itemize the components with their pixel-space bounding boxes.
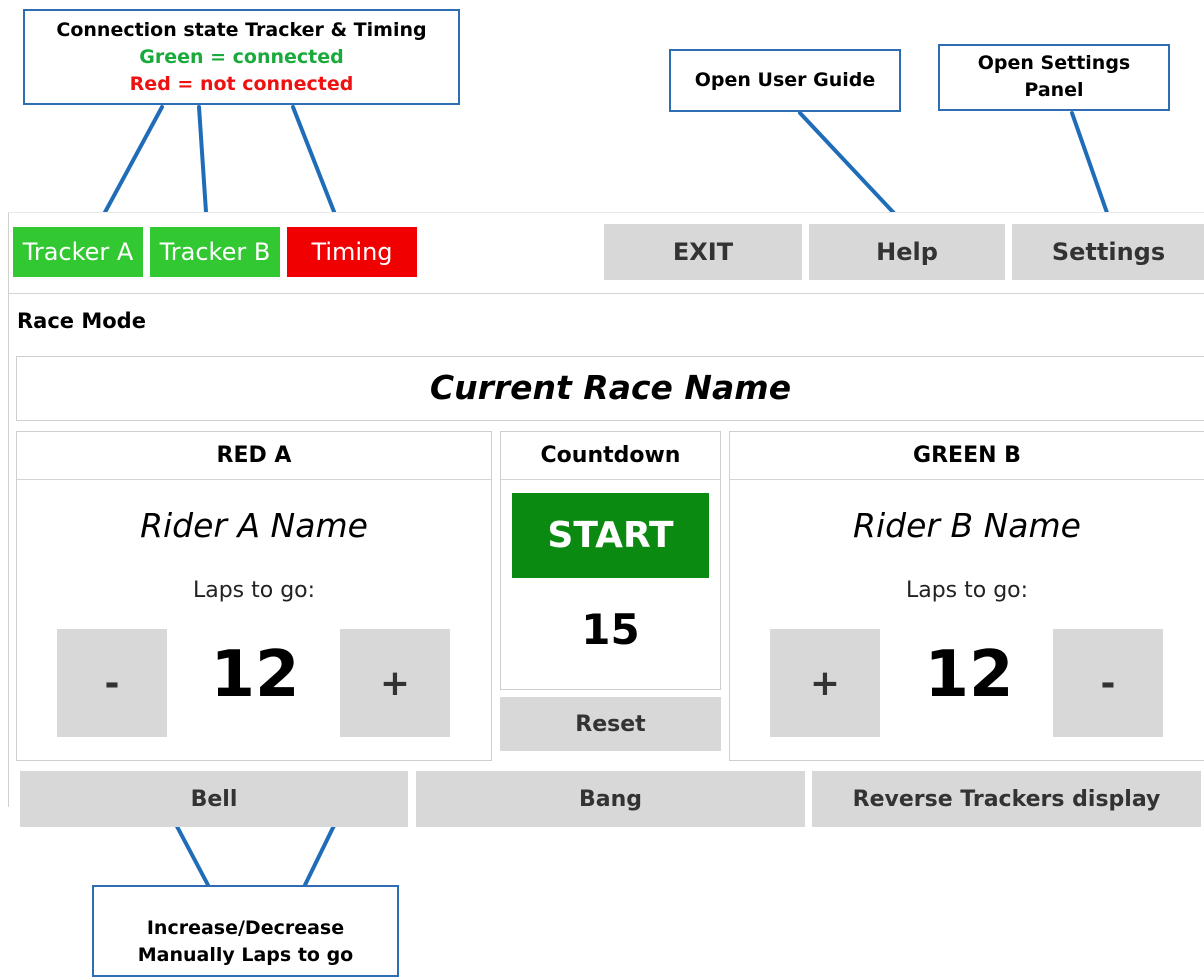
rider-a-increase-button[interactable]: + bbox=[340, 629, 450, 737]
rider-b-laps-label: Laps to go: bbox=[905, 578, 1029, 603]
callout-help-text: Open User Guide bbox=[694, 69, 876, 91]
tracker-a-status: Tracker A bbox=[13, 227, 143, 277]
rider-a-laps-label: Laps to go: bbox=[192, 578, 316, 603]
race-name: Current Race Name bbox=[429, 368, 792, 407]
tracker-b-status: Tracker B bbox=[150, 227, 280, 277]
toolbar-divider bbox=[9, 293, 1204, 294]
callout-laps-line2: Manually Laps to go bbox=[137, 944, 354, 966]
callout-connection-red: Red = not connected bbox=[129, 73, 354, 95]
rider-b-name: Rider B Name bbox=[853, 506, 1081, 545]
reverse-trackers-button[interactable]: Reverse Trackers display bbox=[812, 771, 1201, 827]
rider-b-increase-button[interactable]: + bbox=[770, 629, 880, 737]
connection-state-callout: Connection state Tracker & Timing Green … bbox=[23, 9, 460, 105]
countdown-value: 15 bbox=[581, 605, 640, 654]
rider-a-name: Rider A Name bbox=[140, 506, 368, 545]
callout-connection-title: Connection state Tracker & Timing bbox=[56, 19, 427, 41]
rider-b-decrease-button[interactable]: - bbox=[1053, 629, 1163, 737]
bell-button[interactable]: Bell bbox=[20, 771, 408, 827]
rider-a-panel: RED A Rider A Name Laps to go: - 12 + bbox=[16, 431, 492, 761]
rider-b-laps-count: 12 bbox=[924, 638, 1014, 712]
connector-help bbox=[798, 111, 909, 229]
rider-a-laps-count: 12 bbox=[210, 638, 300, 712]
rider-a-decrease-button[interactable]: - bbox=[57, 629, 167, 737]
connector-settings bbox=[1070, 111, 1114, 229]
countdown-header: Countdown bbox=[501, 432, 720, 480]
race-name-box: Current Race Name bbox=[16, 356, 1204, 421]
start-button[interactable]: START bbox=[512, 493, 709, 578]
settings-panel-callout: Open Settings Panel bbox=[938, 44, 1170, 111]
user-guide-callout: Open User Guide bbox=[669, 49, 901, 112]
laps-callout: Increase/Decrease Manually Laps to go bbox=[92, 885, 399, 977]
callout-settings-line1: Open Settings bbox=[977, 52, 1131, 74]
countdown-panel: Countdown START 15 bbox=[500, 431, 721, 690]
exit-button[interactable]: EXIT bbox=[604, 224, 802, 280]
callout-connection-green: Green = connected bbox=[139, 46, 344, 68]
bang-button[interactable]: Bang bbox=[416, 771, 805, 827]
rider-a-header: RED A bbox=[17, 432, 491, 480]
rider-b-header: GREEN B bbox=[730, 432, 1204, 480]
reset-button[interactable]: Reset bbox=[500, 697, 721, 751]
callout-laps-line1: Increase/Decrease bbox=[146, 917, 345, 939]
settings-button[interactable]: Settings bbox=[1012, 224, 1204, 280]
connector-tracker-b bbox=[197, 105, 209, 229]
connector-timing bbox=[291, 105, 342, 229]
rider-b-panel: GREEN B Rider B Name Laps to go: + 12 - bbox=[729, 431, 1204, 761]
help-button[interactable]: Help bbox=[809, 224, 1005, 280]
page-title: Race Mode bbox=[17, 309, 146, 333]
timing-status: Timing bbox=[287, 227, 417, 277]
callout-settings-line2: Panel bbox=[1024, 79, 1084, 101]
connector-tracker-a bbox=[95, 105, 164, 229]
race-app-window: Tracker A Tracker B Timing EXIT Help Set… bbox=[8, 212, 1204, 827]
